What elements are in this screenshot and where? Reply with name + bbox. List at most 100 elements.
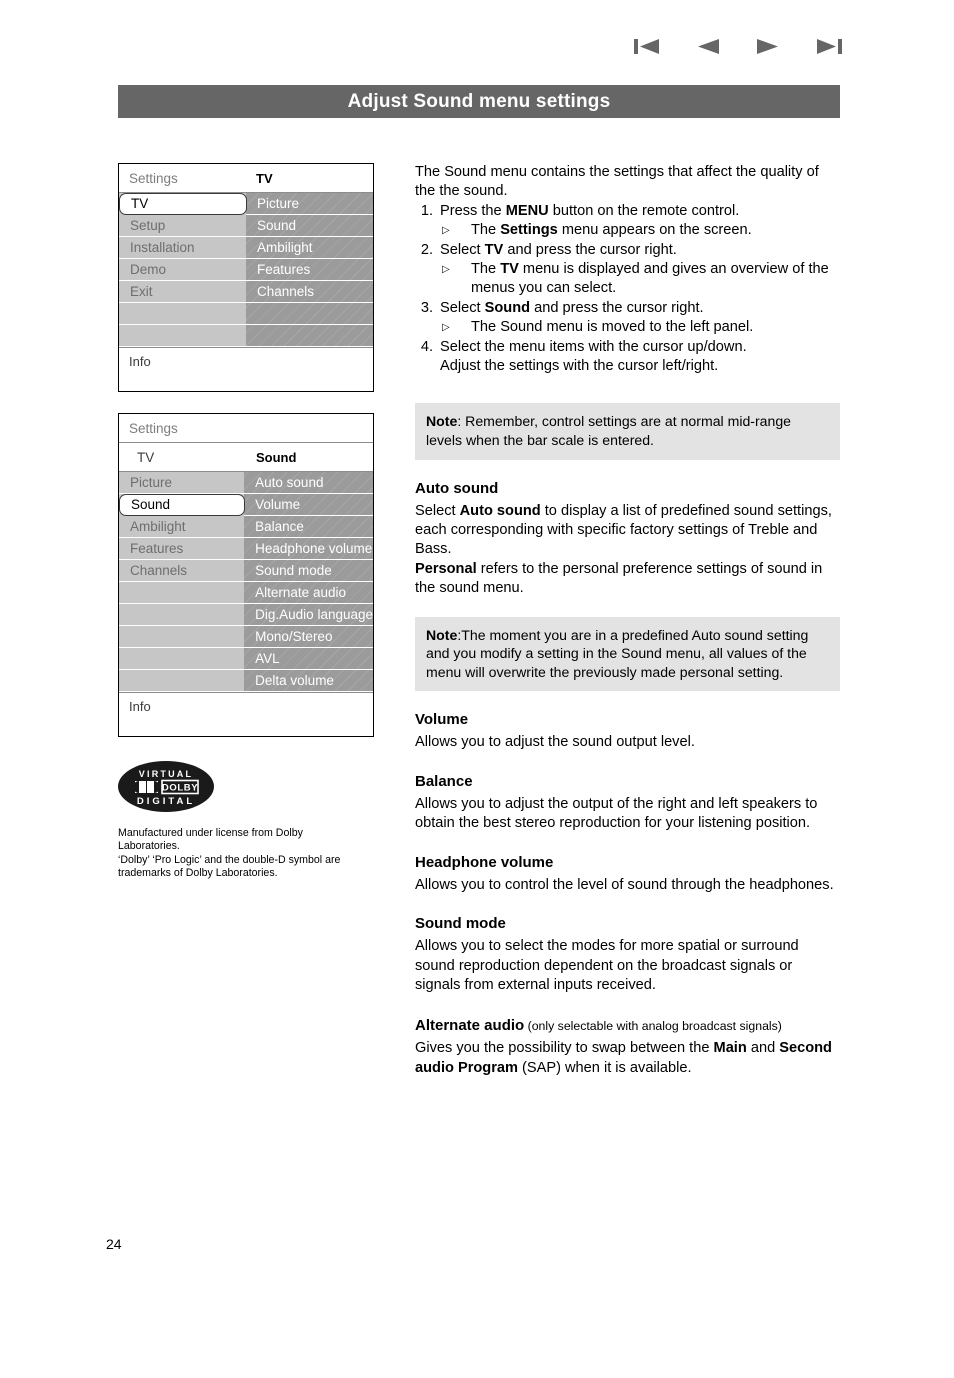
osd-tv-sub-blank-1 <box>246 303 373 325</box>
step-item-2: 2. Select TV and press the cursor right.… <box>415 241 840 299</box>
last-page-icon[interactable] <box>816 38 842 60</box>
osd-tv-sub-sound[interactable]: Sound <box>246 215 373 237</box>
osd-tv-info: Info <box>119 347 373 391</box>
osd-tv-header-title: TV <box>256 170 273 186</box>
sub-text-3a: The Sound menu is moved to the left pane… <box>471 319 754 336</box>
osd-sound-item-blank-1 <box>119 582 245 604</box>
previous-page-icon[interactable] <box>696 38 720 60</box>
osd-tv-right-panel: Picture Sound Ambilight Features Channel… <box>246 193 373 347</box>
sub-text-1b: menu appears on the screen. <box>557 222 752 239</box>
step-text-3b: and press the cursor right. <box>530 299 704 316</box>
osd-sound-sub-volume[interactable]: Volume <box>244 494 373 516</box>
osd-tv-sub-channels[interactable]: Channels <box>246 281 373 303</box>
sub-bold-1: Settings <box>500 222 558 239</box>
step-text-1a: Press the <box>440 202 506 219</box>
osd-tv-sub-picture[interactable]: Picture <box>246 193 373 215</box>
osd-tv-sub-features[interactable]: Features <box>246 259 373 281</box>
sub-bullet-triangle-icon-1: ▷ <box>442 225 450 237</box>
osd-sound-sub-balance[interactable]: Balance <box>244 516 373 538</box>
osd-tv-item-blank-2 <box>119 325 246 347</box>
sub-text-2a: The <box>471 261 501 278</box>
auto-sound-text-2: refers to the personal preference settin… <box>415 560 823 597</box>
osd-sound-item-sound[interactable]: Sound <box>119 494 246 516</box>
left-column: Settings TV TV Setup Installation Demo E… <box>118 163 376 881</box>
alternate-audio-heading-note: (only selectable with analog broadcast s… <box>524 1019 782 1034</box>
svg-text:VIRTUAL: VIRTUAL <box>139 769 193 779</box>
osd-tv-header: Settings TV <box>119 164 373 193</box>
page-number: 24 <box>106 1236 122 1252</box>
osd-sound-info: Info <box>119 692 373 736</box>
first-page-icon[interactable] <box>634 38 660 60</box>
note-box-2: Note:The moment you are in a predefined … <box>415 616 840 692</box>
dolby-block: VIRTUAL DOLBY DIGITAL Manufactured under… <box>118 761 376 881</box>
section-heading-alternate-audio: Alternate audio (only selectable with an… <box>415 1017 840 1034</box>
alternate-audio-text-2: and <box>746 1040 780 1057</box>
osd-sound-sub-dig-audio-language[interactable]: Dig.Audio language <box>244 604 373 626</box>
step-number-1: 1. <box>420 202 433 219</box>
osd-tv-item-tv[interactable]: TV <box>119 193 247 215</box>
osd-sound-sub-sound-mode[interactable]: Sound mode <box>244 560 373 582</box>
next-page-icon[interactable] <box>756 38 780 60</box>
svg-text:DIGITAL: DIGITAL <box>137 796 195 807</box>
step-bold-2: TV <box>484 241 504 258</box>
intro-paragraph: The Sound menu contains the settings tha… <box>415 164 819 200</box>
page-navigation-bar[interactable] <box>634 38 842 60</box>
dolby-credit-line-2: Laboratories. <box>118 840 180 853</box>
step-text-4a: Select the menu items with the cursor up… <box>440 338 747 355</box>
osd-sound-item-blank-3 <box>119 626 245 648</box>
auto-sound-bold-1: Auto sound <box>459 502 541 519</box>
note-1-label: Note <box>426 413 458 430</box>
note-1-text: : Remember, control settings are at norm… <box>426 413 792 449</box>
osd-tv-item-blank-1 <box>119 303 246 325</box>
osd-tv-item-exit[interactable]: Exit <box>119 281 246 303</box>
osd-sound-sub-delta-volume[interactable]: Delta volume <box>244 670 373 692</box>
right-column: The Sound menu contains the settings tha… <box>415 163 840 1078</box>
step-number-2: 2. <box>420 241 433 258</box>
sub-bullet-triangle-icon-2: ▷ <box>442 264 450 276</box>
step-text-1b: button on the remote control. <box>548 202 740 219</box>
section-heading-volume: Volume <box>415 711 469 729</box>
osd-sound-subheader-tv: TV <box>137 449 155 465</box>
section-body-sound-mode: Allows you to select the modes for more … <box>415 938 799 993</box>
step-number-3: 3. <box>420 299 433 316</box>
dolby-credit-line-1: Manufactured under license from Dolby <box>118 827 303 839</box>
osd-tv-item-setup[interactable]: Setup <box>119 215 246 237</box>
instruction-steps-list: 1. Press the MENU button on the remote c… <box>415 202 840 377</box>
step-item-1: 1. Press the MENU button on the remote c… <box>415 202 840 241</box>
osd-sound-item-ambilight[interactable]: Ambilight <box>119 516 245 538</box>
osd-sound-header: Settings <box>119 414 373 443</box>
osd-sound-sub-headphone-volume[interactable]: Headphone volume <box>244 538 373 560</box>
osd-sound-sub-mono-stereo[interactable]: Mono/Stereo <box>244 626 373 648</box>
osd-tv-sub-blank-2 <box>246 325 373 347</box>
osd-tv-item-installation[interactable]: Installation <box>119 237 246 259</box>
osd-sound-subheader: TV Sound <box>119 443 373 472</box>
section-body-balance: Allows you to adjust the output of the r… <box>415 795 818 832</box>
osd-tv-item-demo[interactable]: Demo <box>119 259 246 281</box>
note-2-text: :The moment you are in a predefined Auto… <box>426 626 809 680</box>
osd-tv-header-settings: Settings <box>129 170 178 186</box>
osd-sound-header-settings: Settings <box>129 420 178 436</box>
osd-tv-sub-ambilight[interactable]: Ambilight <box>246 237 373 259</box>
alternate-audio-text-3: (SAP) when it is available. <box>517 1059 692 1076</box>
osd-sound-right-panel: Auto sound Volume Balance Headphone volu… <box>244 472 373 692</box>
sub-text-1a: The <box>471 222 501 239</box>
section-body-volume: Allows you to adjust the sound output le… <box>415 734 695 751</box>
dolby-virtual-digital-logo-icon: VIRTUAL DOLBY DIGITAL <box>118 761 376 817</box>
section-heading-balance: Balance <box>415 772 473 790</box>
osd-tv-body: TV Setup Installation Demo Exit Picture … <box>119 193 373 347</box>
alternate-audio-text-1: Gives you the possibility to swap betwee… <box>415 1040 714 1057</box>
auto-sound-text-1a: Select <box>415 502 460 519</box>
sub-bullet-triangle-icon-3: ▷ <box>442 322 450 334</box>
osd-sound-item-features[interactable]: Features <box>119 538 245 560</box>
osd-sound-sub-avl[interactable]: AVL <box>244 648 373 670</box>
osd-sound-item-blank-2 <box>119 604 245 626</box>
osd-sound-sub-alternate-audio[interactable]: Alternate audio <box>244 582 373 604</box>
step-bold-1: MENU <box>505 202 549 219</box>
osd-sound-item-picture[interactable]: Picture <box>119 472 245 494</box>
osd-sound-item-channels[interactable]: Channels <box>119 560 245 582</box>
osd-sound-sub-auto-sound[interactable]: Auto sound <box>244 472 373 494</box>
alternate-audio-heading-bold: Alternate audio <box>415 1017 525 1035</box>
osd-sound-subheader-title: Sound <box>256 449 297 465</box>
step-number-4: 4. <box>420 338 433 355</box>
auto-sound-bold-2: Personal <box>415 560 477 577</box>
